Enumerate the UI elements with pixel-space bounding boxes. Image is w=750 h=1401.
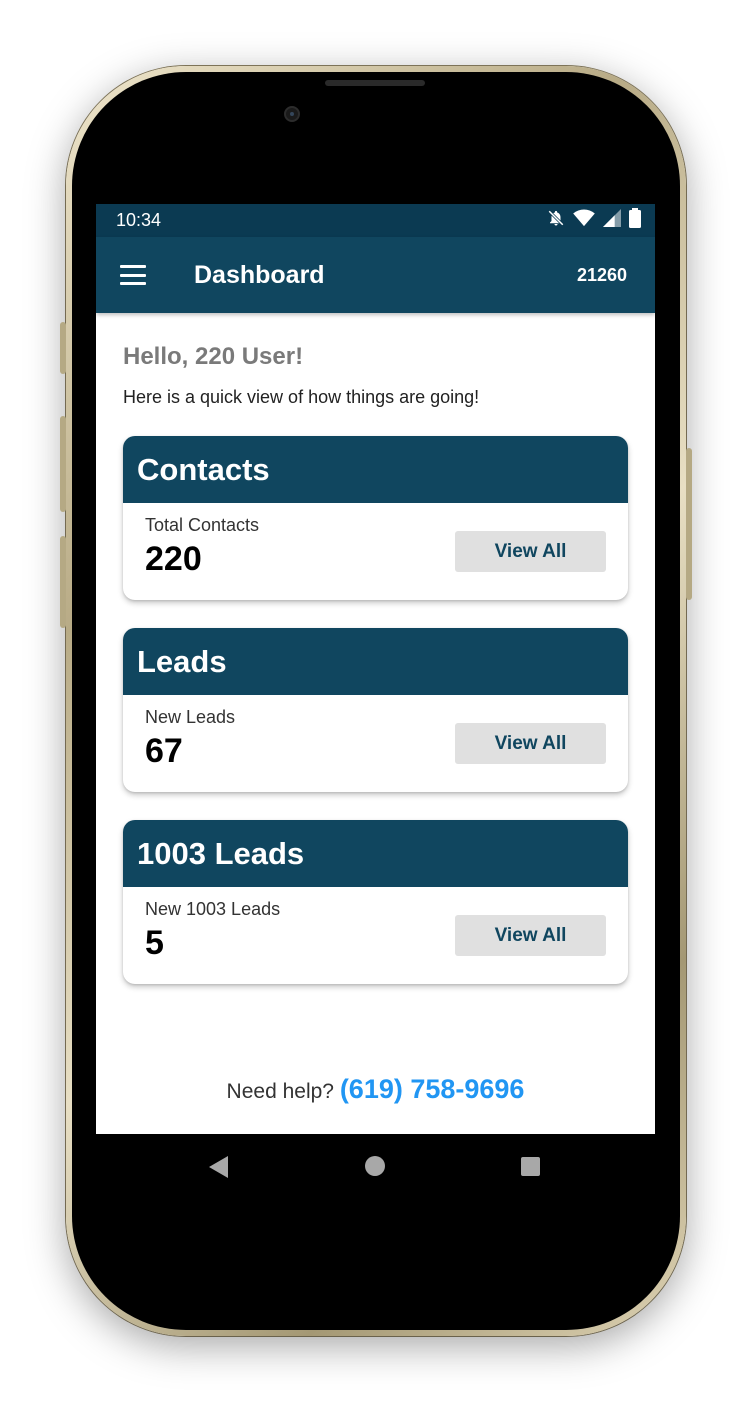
signal-icon <box>603 209 621 232</box>
metric: New 1003 Leads 5 <box>145 899 280 963</box>
metric-label: Total Contacts <box>145 514 260 535</box>
battery-icon <box>629 208 641 233</box>
status-time: 10:34 <box>116 210 162 230</box>
phone-screen: 10:34 Dashboard 21260 Hello, 220 User! H… <box>96 204 655 1134</box>
metric-value: 67 <box>145 731 183 770</box>
status-icons <box>547 208 641 233</box>
card-title: Leads <box>123 628 628 695</box>
back-icon[interactable] <box>209 1156 228 1178</box>
card-title: 1003 Leads <box>123 820 628 887</box>
view-all-contacts-button[interactable]: View All <box>455 531 606 572</box>
hamburger-menu-icon[interactable] <box>120 265 146 285</box>
front-camera <box>284 106 300 122</box>
app-bar: Dashboard 21260 <box>96 237 655 313</box>
card-title: Contacts <box>123 436 628 503</box>
wifi-icon <box>573 209 595 232</box>
greeting-title: Hello, 220 User! <box>123 343 304 370</box>
metric-label: New Leads <box>145 706 236 727</box>
side-button-left-3 <box>60 536 66 628</box>
home-icon[interactable] <box>365 1156 385 1176</box>
system-nav-bar <box>96 1150 655 1184</box>
greeting-subtitle: Here is a quick view of how things are g… <box>123 387 480 407</box>
dashboard-content: Hello, 220 User! Here is a quick view of… <box>96 313 655 984</box>
card-body: New Leads 67 View All <box>123 695 628 792</box>
card-body: Total Contacts 220 View All <box>123 503 628 600</box>
card-body: New 1003 Leads 5 View All <box>123 887 628 984</box>
contacts-card: Contacts Total Contacts 220 View All <box>123 436 628 600</box>
device-mockup: 10:34 Dashboard 21260 Hello, 220 User! H… <box>0 0 750 1401</box>
side-button-right <box>686 448 692 600</box>
app-title: Dashboard <box>194 260 325 289</box>
metric-value: 220 <box>145 539 202 578</box>
metric-label: New 1003 Leads <box>145 898 281 919</box>
view-all-leads-button[interactable]: View All <box>455 723 606 764</box>
earpiece-speaker <box>325 80 425 86</box>
view-all-1003-leads-button[interactable]: View All <box>455 915 606 956</box>
help-footer: Need help? (619) 758-9696 <box>96 1074 655 1105</box>
side-button-left-2 <box>60 416 66 512</box>
recent-apps-icon[interactable] <box>521 1157 540 1176</box>
bell-off-icon <box>547 209 565 232</box>
side-button-left-1 <box>60 322 66 374</box>
app-code: 21260 <box>576 264 627 285</box>
metric: New Leads 67 <box>145 707 235 771</box>
metric: Total Contacts 220 <box>145 515 259 579</box>
help-phone-link[interactable]: (619) 758-9696 <box>340 1074 525 1104</box>
leads-card: Leads New Leads 67 View All <box>123 628 628 792</box>
1003-leads-card: 1003 Leads New 1003 Leads 5 View All <box>123 820 628 984</box>
status-bar: 10:34 <box>96 204 655 237</box>
metric-value: 5 <box>145 923 164 962</box>
help-text: Need help? <box>226 1080 334 1103</box>
